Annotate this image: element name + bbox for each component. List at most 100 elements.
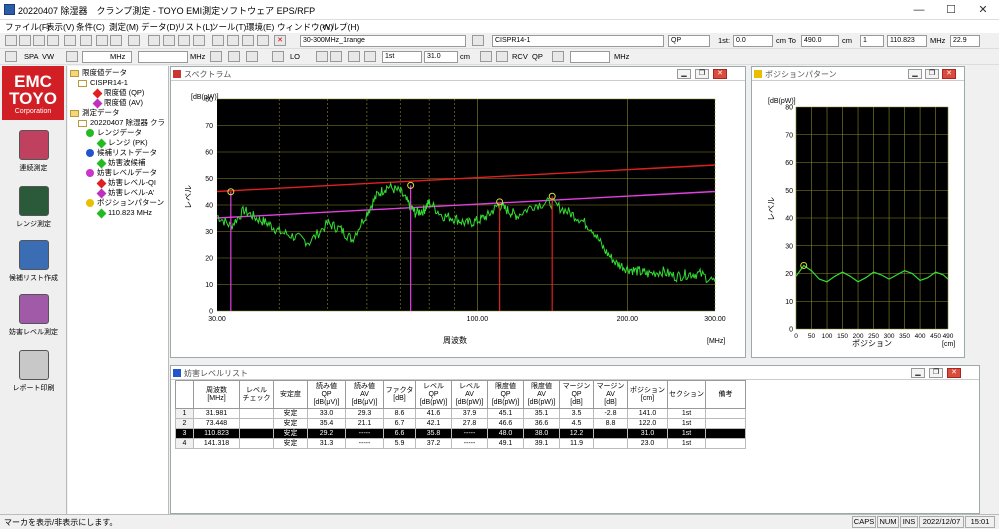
column-header[interactable]: レベル AV [dB(pW)] <box>451 380 488 409</box>
marker-type-icon[interactable] <box>246 51 258 62</box>
qp-label[interactable]: QP <box>532 52 543 61</box>
detector-select[interactable]: QP <box>668 35 710 47</box>
list-restore-button[interactable]: ❐ <box>929 368 943 378</box>
menu-view[interactable]: 表示(V) <box>46 21 74 33</box>
measure-icon[interactable] <box>64 35 76 46</box>
list-close-button[interactable]: ✕ <box>947 368 961 378</box>
marker-tool-3-icon[interactable] <box>178 35 190 46</box>
marker-tool-8-icon[interactable] <box>257 35 269 46</box>
table-row[interactable]: 1 31.981 安定 33.0 29.3 8.6 41.6 37.9 45.1 35.1 3.5-… <box>175 408 746 419</box>
candidate-list-button[interactable]: 候補リスト作成 <box>0 240 67 296</box>
position-chart[interactable]: 010203040506070800 50 100 150 200 250 300 350 40… <box>752 81 964 357</box>
new-file-icon[interactable] <box>5 35 17 46</box>
tree-item[interactable]: 測定データ <box>70 108 120 118</box>
spectrum-close-button[interactable]: ✕ <box>713 69 727 79</box>
range-end-field[interactable]: 490.0 <box>801 35 839 47</box>
cursor-icon[interactable] <box>552 51 564 62</box>
range-select[interactable]: 30-300MHz_1range <box>300 35 466 47</box>
column-header[interactable]: レベル QP [dB(pW)] <box>415 380 452 409</box>
position-restore-button[interactable]: ❐ <box>925 69 939 79</box>
span-icon[interactable] <box>66 51 78 62</box>
section-field[interactable]: 1st <box>382 51 422 63</box>
menu-tools[interactable]: ツール(T) <box>210 21 246 33</box>
lo-label[interactable]: LO <box>290 52 300 61</box>
menu-environment[interactable]: 環境(E) <box>246 21 274 33</box>
tree-item[interactable]: レンジデータ <box>86 128 142 138</box>
vw-label[interactable]: VW <box>42 52 54 61</box>
row-number[interactable]: 3 <box>175 428 194 439</box>
antenna-icon[interactable] <box>364 51 376 62</box>
table-row[interactable]: 2 73.448 安定 35.4 21.1 6.7 42.1 27.8 46.6 36.6 4.5 8… <box>175 418 746 429</box>
position-close-button[interactable]: ✕ <box>942 69 956 79</box>
help-icon[interactable] <box>128 35 140 46</box>
menu-measure[interactable]: 測定(M) <box>109 21 139 33</box>
marker-tool-6-icon[interactable] <box>227 35 239 46</box>
position-field[interactable]: 31.0 <box>424 51 458 63</box>
position-pattern-window[interactable]: ポジションパターン ▁ ❐ ✕ 0 10 20 30 40 50 60 70 80 0 50 100 1… <box>751 66 965 358</box>
row-number[interactable]: 2 <box>175 418 194 429</box>
position-minimize-button[interactable]: ▁ <box>908 69 922 79</box>
marker-tool-1-icon[interactable] <box>148 35 160 46</box>
close-button[interactable]: ✕ <box>967 0 999 20</box>
tree-item[interactable]: 限度値 (AV) <box>92 98 143 108</box>
column-header[interactable]: 周波数 [MHz] <box>193 380 240 409</box>
table-icon[interactable] <box>96 35 108 46</box>
row-number[interactable]: 1 <box>175 408 194 419</box>
column-header[interactable]: マージン AV [dB] <box>593 380 628 409</box>
column-header[interactable]: 安定度 <box>273 380 308 409</box>
column-header[interactable]: 読み値 QP [dB(μV)] <box>307 380 346 409</box>
level-field[interactable]: 22.9 <box>950 35 980 47</box>
column-header[interactable]: マージン QP [dB] <box>559 380 594 409</box>
table-row[interactable]: 3 110.823 安定 29.2 ----- 6.6 35.8 ----- 48.0 38.0 1… <box>175 428 746 439</box>
marker-tool-2-icon[interactable] <box>163 35 175 46</box>
save-icon[interactable] <box>33 35 45 46</box>
receiver-freq-field[interactable] <box>570 51 610 63</box>
arrow-left-icon[interactable] <box>330 51 342 62</box>
tree-item[interactable]: 候補リストデータ <box>86 148 157 158</box>
interference-list-window[interactable]: 妨害レベルリスト ▁ ❐ ✕ 周波数 [MHz] レベル チェック 安定度 読み値 Q… <box>170 365 980 514</box>
tree-item[interactable]: ポジションパターン <box>86 198 164 208</box>
tree-item[interactable]: 限度値データ <box>70 68 127 78</box>
marker-tool-5-icon[interactable] <box>212 35 224 46</box>
range-start-field[interactable]: 0.0 <box>733 35 773 47</box>
menu-data[interactable]: データ(D) <box>141 21 178 33</box>
menu-list[interactable]: リスト(L) <box>177 21 213 33</box>
window-icon[interactable] <box>110 35 122 46</box>
range-settings-icon[interactable] <box>472 35 484 46</box>
tool-icon-a[interactable] <box>480 51 492 62</box>
spectrum-minimize-button[interactable]: ▁ <box>677 69 691 79</box>
range-measure-button[interactable]: レンジ測定 <box>0 186 67 242</box>
marker-tool-7-icon[interactable] <box>242 35 254 46</box>
frequency-field[interactable]: 110.823 <box>887 35 927 47</box>
tree-item[interactable]: 110.823 MHz <box>96 208 152 218</box>
column-header[interactable]: 限度値 QP [dB(pW)] <box>487 380 524 409</box>
tree-item[interactable]: CISPR14-1 <box>78 78 128 88</box>
spa-mode-icon[interactable] <box>5 51 17 62</box>
tree-item[interactable]: レンジ (PK) <box>96 138 148 148</box>
tree-item[interactable]: 限度値 (QP) <box>92 88 144 98</box>
minimize-button[interactable]: — <box>903 0 935 20</box>
continuous-measure-button[interactable]: 連続測定 <box>0 130 67 186</box>
tree-item[interactable]: 20220407 除湿器 クラ <box>78 118 165 128</box>
arrow-right-icon[interactable] <box>316 51 328 62</box>
tree-item[interactable]: 妨害レベルデータ <box>86 168 157 178</box>
column-header[interactable]: レベル チェック <box>239 380 274 409</box>
menu-help[interactable]: ヘルプ(H) <box>322 21 359 33</box>
stop-icon[interactable] <box>348 51 360 62</box>
limit-select[interactable]: CISPR14-1 <box>492 35 664 47</box>
column-header[interactable]: ポジション [cm] <box>627 380 668 409</box>
spectrum-restore-button[interactable]: ❐ <box>695 69 709 79</box>
spa-label[interactable]: SPA <box>24 52 38 61</box>
menu-condition[interactable]: 条件(C) <box>76 21 105 33</box>
list-minimize-button[interactable]: ▁ <box>911 368 925 378</box>
menu-file[interactable]: ファイル(F) <box>5 21 50 33</box>
link-icon[interactable] <box>272 51 284 62</box>
interference-measure-button[interactable]: 妨害レベル測定 <box>0 294 67 350</box>
tree-item[interactable]: 妨害レベル-QI <box>96 178 156 188</box>
tree-item[interactable]: 妨害波候補 <box>96 158 146 168</box>
row-number[interactable]: 4 <box>175 438 194 449</box>
span-freq-field[interactable] <box>138 51 188 63</box>
table-row[interactable]: 4 141.318 安定 31.3 ----- 5.9 37.2 ----- 49.1 39.1 1… <box>175 438 746 449</box>
list-icon[interactable] <box>80 35 92 46</box>
report-print-button[interactable]: レポート印刷 <box>0 350 67 406</box>
